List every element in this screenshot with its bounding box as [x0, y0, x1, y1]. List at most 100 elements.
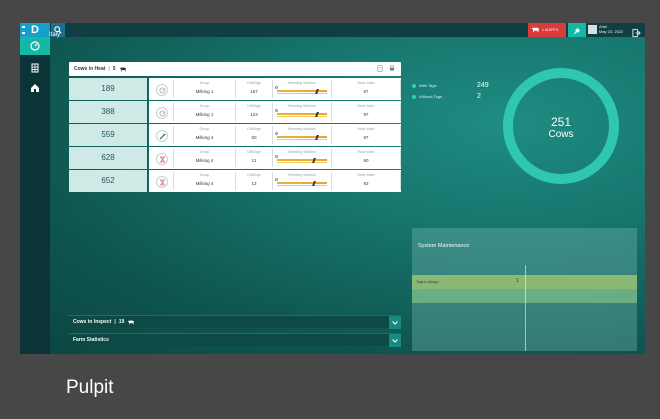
page-title: Italy — [49, 32, 61, 38]
group-cell: Group Milking 4 — [174, 172, 236, 190]
group-cell: Group Milking 1 — [174, 80, 236, 98]
hi-value: 97 — [363, 135, 369, 140]
breeding-window-bar — [277, 182, 327, 184]
column-label: Breeding Window — [288, 81, 316, 85]
hi-cell: Heat Index 97 — [332, 80, 401, 98]
donut-label: Cows — [548, 129, 574, 140]
card-caption: Pulpit — [66, 377, 114, 398]
gauge-icon — [30, 41, 40, 51]
column-label: Group — [199, 104, 210, 108]
heat-panel-title: Cows in Heat | 5 — [74, 62, 127, 76]
cow-number[interactable]: 388 — [69, 101, 147, 123]
expand-button[interactable] — [389, 334, 401, 347]
column-label: Heat Index — [357, 173, 375, 177]
inspect-title: Cows to Inspect — [73, 319, 112, 325]
hi-value: 97 — [363, 112, 369, 117]
building-icon — [31, 63, 39, 73]
sidebar — [20, 37, 50, 354]
title-separator: | — [108, 66, 110, 72]
breeding-window-bar — [277, 159, 327, 161]
logout-button[interactable] — [632, 25, 641, 38]
hi-value: 97 — [363, 89, 369, 94]
chevron-down-icon — [392, 338, 398, 343]
menu-icon — [22, 26, 25, 34]
syringe-icon — [156, 130, 168, 142]
table-row[interactable]: 652 Group Milking 4 DIM/Age 13 Breeding Windo… — [69, 170, 401, 192]
legend-value: 2 — [477, 93, 481, 100]
inspect-count: 19 — [118, 319, 125, 325]
breeding-window-band — [277, 139, 327, 140]
bw-cell: Breeding Window — [273, 149, 332, 167]
legend-label: Without Tags — [419, 94, 443, 99]
column-label: DIM/Age — [247, 81, 261, 85]
row-cells: Group Milking 4 DIM/Age 13 Breeding Window He… — [149, 170, 401, 192]
sidebar-item-reports[interactable] — [20, 59, 50, 77]
status-cell — [149, 149, 174, 167]
clock-icon — [156, 84, 168, 96]
user-menu[interactable]: Ariel May 23, 2022 — [588, 24, 624, 36]
heat-title-label: Cows in Heat — [74, 66, 106, 72]
hi-value: 90 — [363, 158, 369, 163]
system-maintenance-title: System Maintenance — [418, 243, 470, 249]
column-label: Breeding Window — [288, 150, 316, 154]
legend-dot — [412, 95, 416, 99]
hi-cell: Heat Index 97 — [332, 103, 401, 121]
cow-number[interactable]: 189 — [69, 78, 147, 100]
print-icon[interactable] — [389, 65, 395, 72]
dim-value: 123 — [250, 112, 258, 117]
table-row[interactable]: 388 Group Milking 1 DIM/Age 123 Breeding Wind… — [69, 101, 401, 123]
dim-cell: DIM/Age 60 — [236, 126, 273, 144]
alerts-button[interactable]: 1 ALERTS — [528, 23, 566, 37]
search-icon — [275, 178, 278, 181]
hi-cell: Heat Index 93 — [332, 172, 401, 190]
status-cell — [149, 126, 174, 144]
cows-to-inspect-row[interactable]: Cows to Inspect | 19 — [69, 315, 401, 329]
column-label: Heat Index — [357, 81, 375, 85]
expand-button[interactable] — [389, 316, 401, 329]
column-label: DIM/Age — [247, 173, 261, 177]
legend-label: With Tags — [419, 83, 437, 88]
cow-number[interactable]: 628 — [69, 147, 147, 169]
breeding-window-band — [277, 93, 327, 94]
row-cells: Group Milking 4 DIM/Age 60 Breeding Window He… — [149, 124, 401, 146]
system-maintenance-panel: System Maintenance Tags to Assign 1 — [412, 228, 637, 351]
clock-icon — [156, 107, 168, 119]
group-value: Milking 4 — [195, 135, 214, 140]
hourglass-icon — [156, 153, 168, 165]
user-date: May 23, 2022 — [599, 29, 624, 34]
maintenance-row-label: Tags to Assign — [416, 280, 439, 284]
status-cell — [149, 80, 174, 98]
column-label: Breeding Window — [288, 127, 316, 131]
column-label: Group — [199, 150, 210, 154]
legend-dot — [412, 84, 416, 88]
chevron-down-icon — [392, 320, 398, 325]
app-screenshot: D 1 ALERTS Ariel May 23, 2022 Italy Cows… — [20, 23, 645, 354]
cow-number[interactable]: 652 — [69, 170, 147, 192]
group-cell: Group Milking 4 — [174, 149, 236, 167]
search-icon — [275, 132, 278, 135]
maintenance-row-value: 1 — [516, 278, 519, 284]
status-cell — [149, 103, 174, 121]
document-icon[interactable] — [377, 65, 383, 72]
app-logo[interactable]: D — [20, 23, 50, 37]
table-row[interactable]: 189 Group Milking 1 DIM/Age 167 Breeding Wind… — [69, 78, 401, 100]
breeding-window-band — [277, 185, 327, 186]
cow-number[interactable]: 559 — [69, 124, 147, 146]
sidebar-item-dashboard[interactable] — [20, 37, 50, 55]
sidebar-item-farm[interactable] — [20, 79, 50, 97]
farm-statistics-row[interactable]: Farm Statistics — [69, 333, 401, 347]
logout-icon — [632, 28, 641, 38]
group-cell: Group Milking 4 — [174, 126, 236, 144]
breeding-window-band — [277, 162, 327, 163]
sync-button[interactable] — [568, 23, 586, 37]
heat-panel-header: Cows in Heat | 5 — [69, 62, 401, 76]
table-row[interactable]: 628 Group Milking 4 DIM/Age 11 Breeding Windo… — [69, 147, 401, 169]
bw-cell: Breeding Window — [273, 172, 332, 190]
farm-stats-label: Farm Statistics — [73, 337, 109, 343]
dim-value: 11 — [251, 158, 257, 163]
search-icon — [275, 86, 278, 89]
column-label: DIM/Age — [247, 127, 261, 131]
table-row[interactable]: 559 Group Milking 4 DIM/Age 60 Breeding Windo… — [69, 124, 401, 146]
cow-icon — [119, 67, 126, 71]
dim-cell: DIM/Age 13 — [236, 172, 273, 190]
